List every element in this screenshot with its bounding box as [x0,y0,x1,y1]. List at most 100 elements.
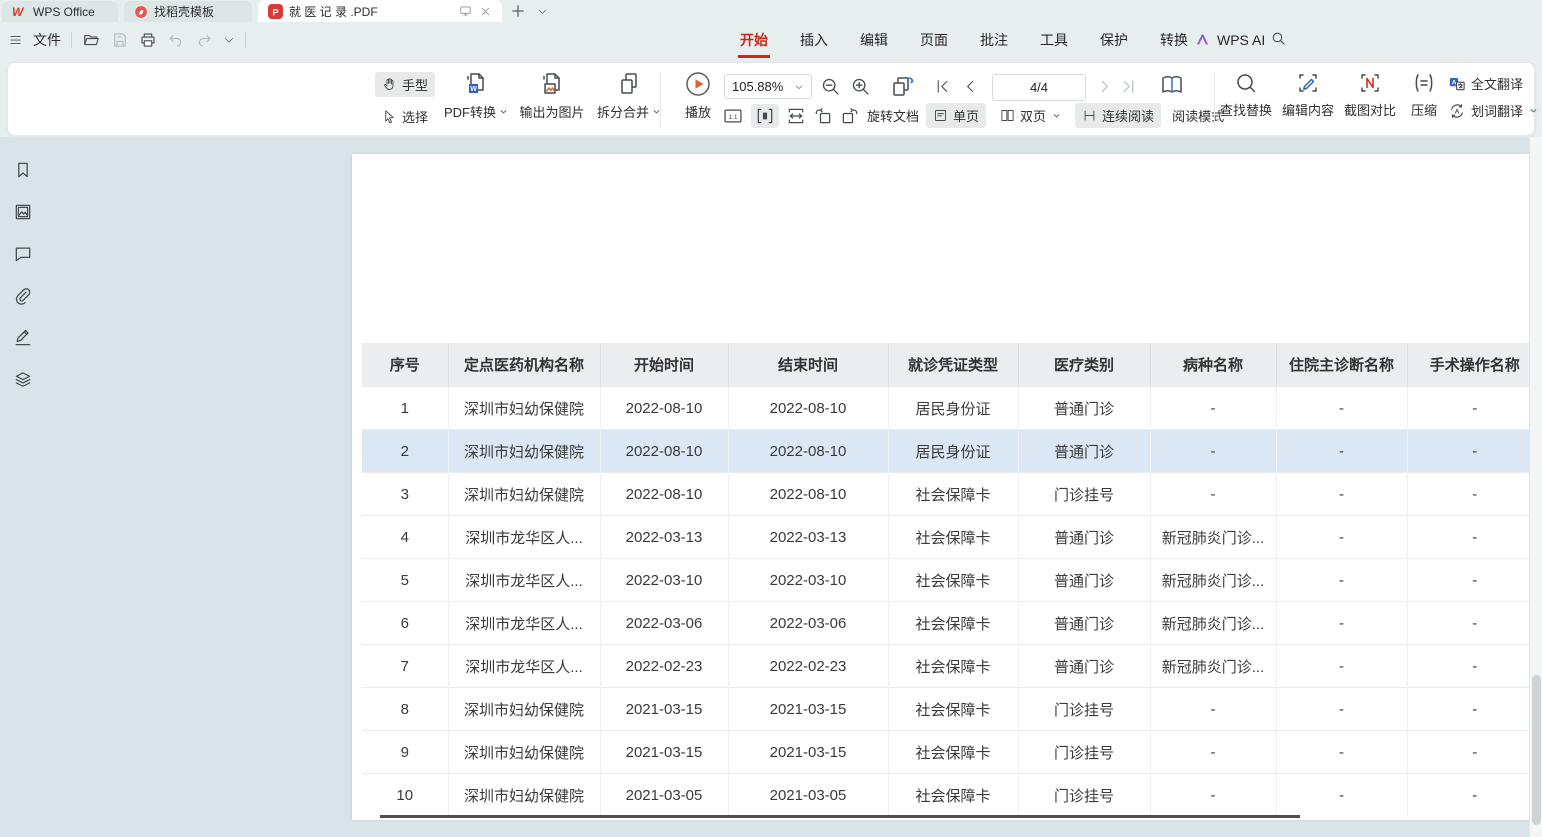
continuous-read-button[interactable]: 连续阅读 [1075,103,1161,128]
table-cell: 1 [362,387,448,430]
view-options-row: 1:1 旋转文档 单页 双页 连续阅读 阅读模式 [722,103,1224,128]
table-cell: - [1150,387,1276,430]
zoom-level-select[interactable]: 105.88% [724,74,812,99]
tab-list-button[interactable] [532,0,552,22]
table-cell: 深圳市龙华区人... [448,559,600,602]
find-replace-button[interactable]: 查找替换 [1216,71,1276,119]
chevron-down-icon [499,107,508,116]
fit-width-icon [755,106,775,126]
save-icon[interactable] [111,31,129,49]
file-menu-button[interactable]: 文件 [33,30,61,50]
table-cell: 2022-03-06 [600,602,728,645]
menu-bar: 文件 开始插入编辑页面批注工具保护转换 WPS AI [0,22,1542,57]
thumbnails-button[interactable] [10,199,36,225]
table-cell: - [1276,516,1407,559]
wps-pdf-window: W WPS Office 找稻壳模板 P 就 医 记 录 .PDF 文件 [0,0,1542,837]
table-row: 6深圳市龙华区人...2022-03-062022-03-06社会保障卡普通门诊… [362,602,1542,645]
hand-tool-button[interactable]: 手型 [375,72,435,97]
separate-window-icon[interactable] [458,4,473,18]
compress-button[interactable]: 压缩 [1402,71,1446,119]
screenshot-compare-button[interactable]: 截图对比 [1340,71,1400,119]
rotate-doc-label[interactable]: 旋转文档 [867,106,919,125]
read-mode-icon[interactable] [1158,73,1186,99]
table-cell: - [1276,731,1407,774]
table-cell: 2021-03-05 [728,774,888,817]
continuous-read-label: 连续阅读 [1102,106,1154,125]
medical-records-table: 序号定点医药机构名称开始时间结束时间就诊凭证类型医疗类别病种名称住院主诊断名称手… [362,343,1542,816]
search-button[interactable] [1270,30,1287,47]
replace-pages-icon[interactable] [890,74,916,99]
next-page-button[interactable] [1096,78,1113,95]
scrollbar-thumb[interactable] [1532,675,1541,825]
tab-wps-home[interactable]: W WPS Office [2,1,118,22]
new-tab-button[interactable] [506,0,530,22]
zoom-out-button[interactable] [820,76,841,97]
last-page-button[interactable] [1120,78,1137,95]
table-cell: 2022-08-10 [600,473,728,516]
previous-page-button[interactable] [962,78,979,95]
undo-icon[interactable] [167,31,185,49]
table-cell: 普通门诊 [1018,430,1150,473]
bookmark-icon [13,160,33,180]
comments-button[interactable] [10,241,36,267]
first-page-button[interactable] [934,78,951,95]
table-cell: 社会保障卡 [888,559,1018,602]
double-page-button[interactable]: 双页 [993,103,1068,128]
edit-content-button[interactable]: 编辑内容 [1278,71,1338,119]
tab-docer-templates[interactable]: 找稻壳模板 [124,1,252,22]
table-row: 10深圳市妇幼保健院2021-03-052021-03-05社会保障卡门诊挂号-… [362,774,1542,817]
wps-ai-button[interactable]: WPS AI [1194,22,1265,57]
layers-button[interactable] [10,367,36,393]
table-header-cell: 定点医药机构名称 [448,343,600,387]
signature-button[interactable] [10,325,36,351]
tab-document-pdf[interactable]: P 就 医 记 录 .PDF [258,0,502,22]
table-cell: - [1276,645,1407,688]
menu-tab-7[interactable]: 转换 [1158,26,1190,54]
table-cell: - [1150,688,1276,731]
menu-tab-4[interactable]: 批注 [978,26,1010,54]
hamburger-icon[interactable] [8,33,23,47]
table-cell: 新冠肺炎门诊... [1150,602,1276,645]
menu-tab-6[interactable]: 保护 [1098,26,1130,54]
compress-label: 压缩 [1411,100,1437,119]
fit-width-button[interactable] [751,104,779,128]
more-actions-chevron-icon[interactable] [223,34,235,46]
menu-tab-5[interactable]: 工具 [1038,26,1070,54]
table-header-row: 序号定点医药机构名称开始时间结束时间就诊凭证类型医疗类别病种名称住院主诊断名称手… [362,343,1542,387]
fit-page-button[interactable] [786,106,806,126]
single-page-button[interactable]: 单页 [926,103,986,128]
full-translate-button[interactable]: A 全文翻译 [1448,74,1538,93]
table-cell: - [1407,774,1542,817]
rotate-left-button[interactable] [813,106,833,126]
word-translate-button[interactable]: A 划词翻译 [1448,101,1538,120]
split-merge-label: 拆分合并 [597,102,649,121]
menu-tab-3[interactable]: 页面 [918,26,950,54]
split-merge-button[interactable]: 拆分合并 [590,71,668,121]
table-cell: 新冠肺炎门诊... [1150,516,1276,559]
vertical-scrollbar[interactable] [1529,137,1542,837]
screenshot-compare-label: 截图对比 [1344,100,1396,119]
table-header-cell: 住院主诊断名称 [1276,343,1407,387]
open-file-icon[interactable] [82,31,101,49]
attachments-button[interactable] [10,283,36,309]
actual-size-button[interactable]: 1:1 [722,106,744,126]
chevron-down-icon [1529,106,1538,115]
play-button[interactable]: 播放 [672,71,724,121]
zoom-in-button[interactable] [850,76,871,97]
table-cell: - [1276,430,1407,473]
rotate-right-button[interactable] [840,106,860,126]
pdf-convert-button[interactable]: W PDF转换 [438,71,514,121]
redo-icon[interactable] [195,31,213,49]
table-cell: 2021-03-15 [728,731,888,774]
bookmarks-button[interactable] [10,157,36,183]
print-icon[interactable] [139,31,157,49]
page-indicator-input[interactable]: 4/4 [992,74,1086,101]
menu-tab-2[interactable]: 编辑 [858,26,890,54]
menu-tab-0[interactable]: 开始 [738,26,770,54]
select-tool-button[interactable]: 选择 [375,104,435,129]
table-cell: 2022-03-13 [728,516,888,559]
menu-tab-1[interactable]: 插入 [798,26,830,54]
export-image-button[interactable]: 输出为图片 [514,71,590,121]
close-tab-icon[interactable] [479,5,492,18]
wps-ai-icon [1194,31,1211,48]
